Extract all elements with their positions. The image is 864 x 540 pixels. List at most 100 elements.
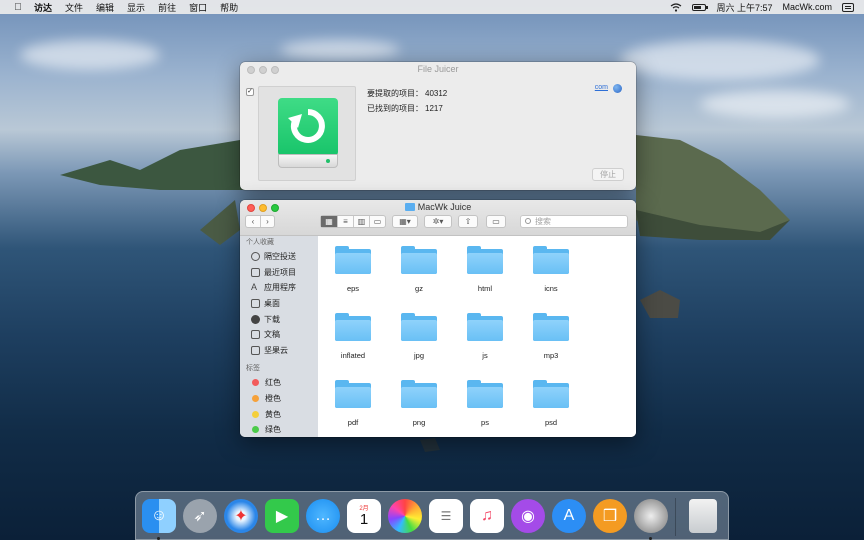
finder-titlebar: MacWk Juice ‹ › ▦ ≡ ▥ ▭ ▦▾ ✲▾ ⇧ ▭ 搜索 — [240, 200, 636, 236]
search-field[interactable]: 搜索 — [520, 215, 628, 228]
photos-icon[interactable] — [388, 499, 422, 533]
folder-icon — [335, 380, 371, 408]
nav-buttons: ‹ › — [245, 215, 275, 228]
share-button[interactable]: ⇧ — [458, 215, 478, 228]
wifi-icon[interactable] — [670, 2, 682, 12]
trash-icon[interactable] — [689, 499, 717, 533]
sidebar-item-downloads[interactable]: 下载 — [240, 311, 318, 327]
minimize-button[interactable] — [259, 66, 267, 74]
airdrop-icon — [251, 252, 260, 262]
sidebar-tag-item[interactable]: 红色 — [240, 375, 318, 391]
folder-item[interactable]: psd — [516, 374, 586, 437]
battery-icon[interactable] — [692, 3, 709, 11]
folder-icon — [401, 246, 437, 274]
tag-label: 橙色 — [265, 394, 281, 404]
globe-icon[interactable] — [613, 84, 622, 93]
file-browser: eps gz html icns inflated jpg js mp3 pdf png ps psd — [318, 236, 636, 437]
calendar-icon[interactable]: 2月 1 — [347, 499, 381, 533]
sidebar-item-applications[interactable]: A 应用程序 — [240, 280, 318, 296]
downloads-icon — [251, 314, 260, 324]
folder-icon — [335, 246, 371, 274]
folder-item[interactable]: ps — [450, 374, 520, 437]
folder-item[interactable]: inflated — [318, 307, 388, 373]
sidebar-tag-item[interactable]: 橙色 — [240, 391, 318, 407]
menu-help[interactable]: 帮助 — [220, 1, 238, 14]
gear-icon: ✲▾ — [432, 217, 444, 226]
stop-button[interactable]: 停止 — [592, 168, 624, 181]
com-link[interactable]: com — [595, 84, 608, 91]
refresh-arrow-icon — [288, 109, 325, 143]
sidebar-item-recents[interactable]: 最近项目 — [240, 265, 318, 281]
clock[interactable]: 周六 上午7:57 — [716, 1, 772, 14]
extracting-label: 要提取的项目： — [367, 89, 423, 98]
drop-area[interactable] — [258, 86, 356, 181]
sidebar-item-jianguoyun[interactable]: 坚果云 — [240, 343, 318, 359]
menu-go[interactable]: 前往 — [158, 1, 176, 14]
folder-label: ps — [481, 418, 489, 427]
finder-window: MacWk Juice ‹ › ▦ ≡ ▥ ▭ ▦▾ ✲▾ ⇧ ▭ 搜索 个人收… — [240, 200, 636, 437]
group-button[interactable]: ▦▾ — [392, 215, 418, 228]
folder-label: icns — [544, 284, 558, 293]
folder-label: jpg — [413, 351, 424, 360]
apple-menu-icon[interactable]:  — [12, 2, 24, 13]
messages-icon[interactable]: … — [306, 499, 340, 533]
app-store-icon[interactable]: A — [552, 499, 586, 533]
applications-icon: A — [251, 282, 258, 293]
site-menu-extra[interactable]: MacWk.com — [783, 2, 833, 12]
gallery-view-icon[interactable]: ▭ — [369, 216, 385, 227]
books-icon[interactable]: ❒ — [593, 499, 627, 533]
folder-item[interactable]: png — [384, 374, 454, 437]
folder-item[interactable]: mp3 — [516, 307, 586, 373]
folder-item[interactable]: gz — [384, 240, 454, 306]
desktop-icon — [251, 299, 260, 309]
notification-center-icon[interactable] — [842, 2, 854, 12]
menu-finder[interactable]: 访达 — [34, 1, 52, 14]
menu-window[interactable]: 窗口 — [189, 1, 207, 14]
safari-icon[interactable]: ✦ — [224, 499, 258, 533]
folder-icon — [533, 246, 569, 274]
music-icon[interactable]: ♫ — [470, 499, 504, 533]
sidebar-item-desktop[interactable]: 桌面 — [240, 296, 318, 312]
menu-edit[interactable]: 编辑 — [96, 1, 114, 14]
folder-item[interactable]: js — [450, 307, 520, 373]
menu-view[interactable]: 显示 — [127, 1, 145, 14]
launchpad-icon[interactable]: ➶ — [183, 499, 217, 533]
folder-item[interactable]: html — [450, 240, 520, 306]
folder-item[interactable]: eps — [318, 240, 388, 306]
zoom-button[interactable] — [271, 66, 279, 74]
reminders-icon[interactable]: ☰ — [429, 499, 463, 533]
forward-button[interactable]: › — [260, 216, 274, 227]
search-placeholder: 搜索 — [535, 217, 551, 226]
sidebar-item-documents[interactable]: 文稿 — [240, 327, 318, 343]
folder-item[interactable]: pdf — [318, 374, 388, 437]
folder-item[interactable]: icns — [516, 240, 586, 306]
folder-item[interactable]: jpg — [384, 307, 454, 373]
back-button[interactable]: ‹ — [246, 216, 260, 227]
folder-icon — [401, 380, 437, 408]
tag-icon: ▭ — [492, 217, 500, 226]
folder-label: js — [482, 351, 488, 360]
sidebar-tag-item[interactable]: 绿色 — [240, 422, 318, 437]
menu-file[interactable]: 文件 — [65, 1, 83, 14]
sidebar-item-label: 应用程序 — [264, 283, 296, 293]
action-button[interactable]: ✲▾ — [424, 215, 452, 228]
list-view-icon[interactable]: ≡ — [337, 216, 353, 227]
sidebar-tag-item[interactable]: 黄色 — [240, 406, 318, 422]
found-count: 1217 — [425, 104, 443, 113]
column-view-icon[interactable]: ▥ — [353, 216, 369, 227]
calendar-day: 1 — [359, 510, 369, 528]
folder-icon — [404, 203, 415, 211]
finder-icon[interactable]: ☺ — [142, 499, 176, 533]
folder-icon — [533, 380, 569, 408]
found-label: 已找到的项目： — [367, 104, 423, 113]
icon-view-icon[interactable]: ▦ — [321, 216, 337, 227]
file-juicer-icon[interactable] — [634, 499, 668, 533]
podcasts-icon[interactable]: ◉ — [511, 499, 545, 533]
option-checkbox[interactable]: ✓ — [246, 88, 254, 96]
view-mode-control: ▦ ≡ ▥ ▭ — [320, 215, 386, 228]
file-juicer-window: File Juicer ✓ 要提取的项目： 40312 已找到的项目： 1217 c… — [240, 62, 636, 190]
close-button[interactable] — [247, 66, 255, 74]
tag-button[interactable]: ▭ — [486, 215, 506, 228]
facetime-icon[interactable]: ▶ — [265, 499, 299, 533]
sidebar-item-airdrop[interactable]: 隔空投送 — [240, 249, 318, 265]
